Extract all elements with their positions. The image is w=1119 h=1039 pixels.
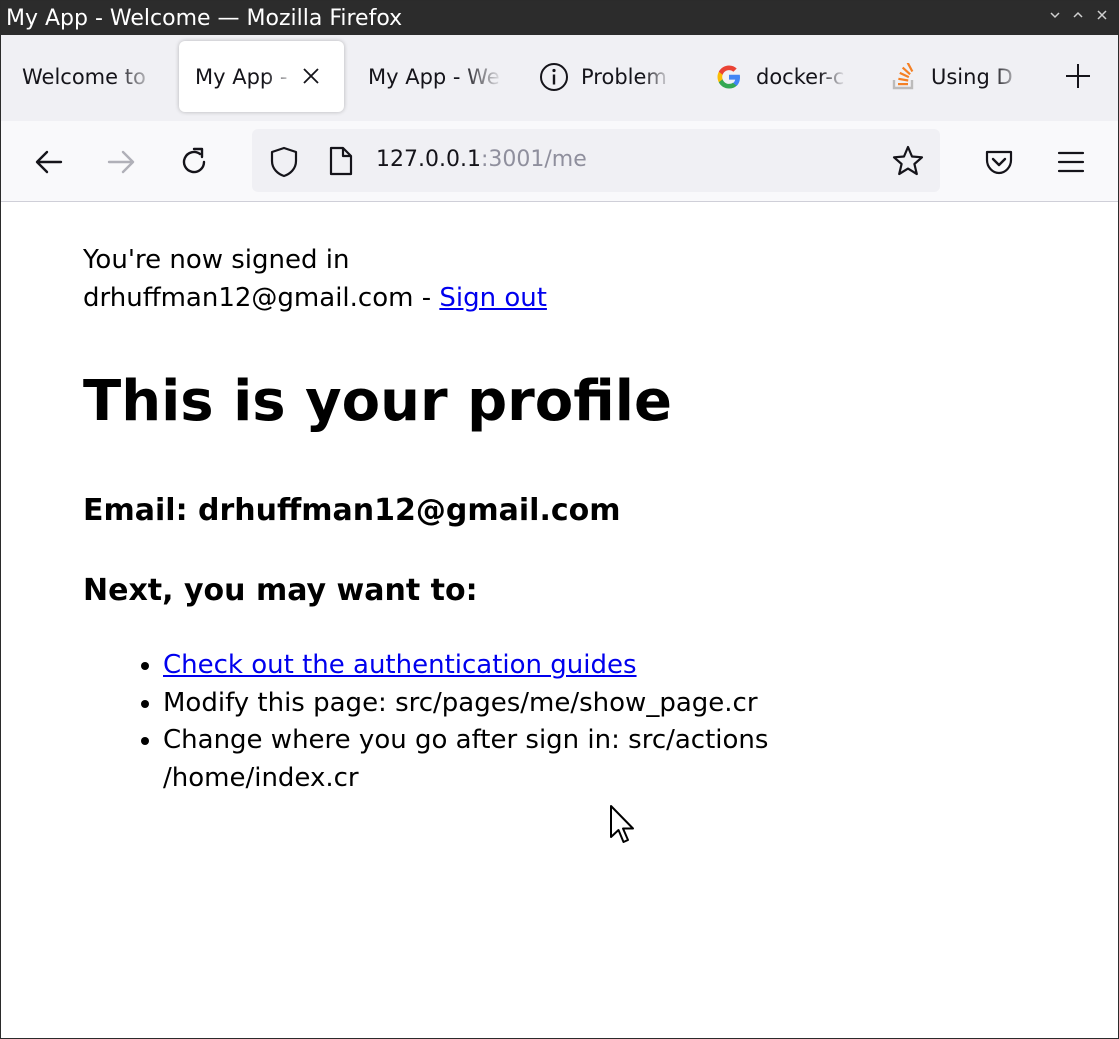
minimize-icon[interactable] [1047, 9, 1063, 25]
reload-button[interactable] [175, 143, 213, 181]
window-title: My App - Welcome — Mozilla Firefox [6, 6, 403, 31]
arrow-right-icon [107, 150, 135, 174]
mouse-cursor-icon [609, 804, 637, 846]
back-button[interactable] [30, 143, 68, 181]
pocket-icon [985, 150, 1013, 175]
navigation-toolbar: 127.0.0.1:3001/me [1, 121, 1118, 202]
tab-label: Welcome to [22, 64, 146, 89]
maximize-icon[interactable] [1070, 9, 1086, 25]
separator: - [413, 283, 440, 313]
signed-in-status: You're now signed in drhuffman12@gmail.c… [83, 241, 1063, 317]
close-tab-icon[interactable] [298, 63, 324, 89]
tab-welcome[interactable]: Welcome to [1, 41, 198, 112]
url-host: 127.0.0.1 [376, 147, 481, 172]
page-icon[interactable] [328, 146, 354, 180]
title-bar: My App - Welcome — Mozilla Firefox [1, 1, 1118, 35]
tab-problem[interactable]: Problem [526, 41, 704, 112]
tab-label: Problem [581, 64, 667, 89]
tab-my-app-welcome[interactable]: My App - We [346, 41, 538, 112]
url-text[interactable]: 127.0.0.1:3001/me [376, 146, 587, 174]
page-content: You're now signed in drhuffman12@gmail.c… [83, 241, 1063, 797]
hamburger-menu-icon [1057, 151, 1085, 173]
tab-label: docker-c [756, 64, 845, 89]
auth-guides-link[interactable]: Check out the authentication guides [163, 650, 637, 680]
tab-label: My App - We [368, 64, 500, 89]
list-item: Modify this page: src/pages/me/show_page… [163, 685, 843, 723]
signed-in-text: You're now signed in [83, 245, 350, 275]
new-tab-button[interactable] [1061, 59, 1095, 93]
forward-button[interactable] [102, 143, 140, 181]
tab-label: Using D [931, 64, 1013, 89]
tab-docker[interactable]: docker-c [701, 41, 879, 112]
bookmark-star-icon[interactable] [891, 144, 925, 182]
url-path: :3001/me [480, 147, 587, 172]
plus-icon [1066, 64, 1090, 88]
next-steps-heading: Next, you may want to: [83, 573, 478, 608]
tab-my-app-active[interactable]: My App - [179, 41, 344, 112]
list-item: Change where you go after sign in: src/a… [163, 722, 843, 797]
list-item: Check out the authentication guides [163, 647, 843, 685]
reload-icon [182, 147, 206, 174]
pocket-button[interactable] [980, 143, 1018, 181]
page-title: This is your profile [83, 369, 672, 434]
close-window-icon[interactable] [1094, 9, 1110, 25]
browser-window: My App - Welcome — Mozilla Firefox Welco… [0, 0, 1119, 1039]
tab-strip: Welcome to My App - My App - We Problem [1, 35, 1118, 121]
arrow-left-icon [35, 150, 63, 174]
shield-icon[interactable] [269, 146, 299, 182]
info-icon [539, 62, 569, 92]
url-bar[interactable]: 127.0.0.1:3001/me [252, 129, 940, 192]
next-steps-list: Check out the authentication guides Modi… [83, 647, 1063, 797]
google-icon [714, 62, 744, 92]
stackoverflow-icon [889, 62, 919, 92]
sign-out-link[interactable]: Sign out [439, 283, 547, 313]
tab-label: My App - [195, 64, 288, 89]
menu-button[interactable] [1052, 143, 1090, 181]
tab-using[interactable]: Using D [876, 41, 1054, 112]
email-heading: Email: drhuffman12@gmail.com [83, 493, 621, 528]
user-email: drhuffman12@gmail.com [83, 283, 414, 313]
